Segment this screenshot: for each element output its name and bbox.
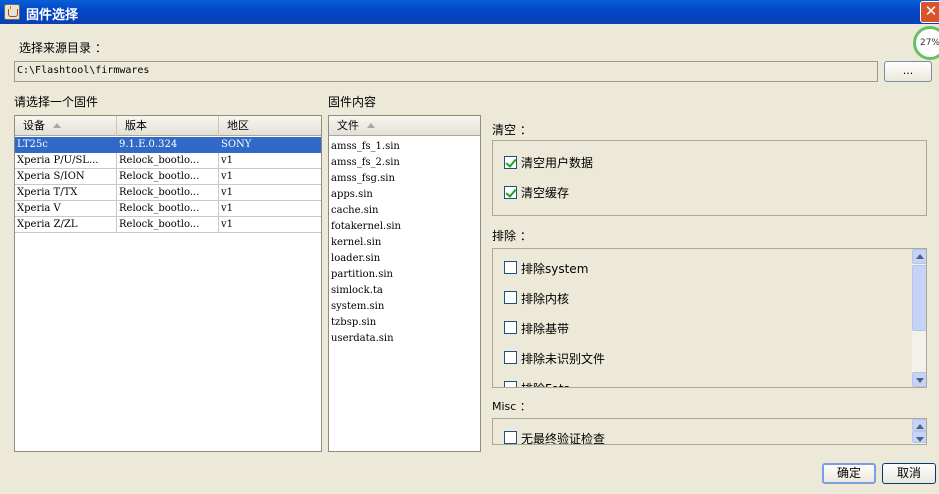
cell-device: Xperia V xyxy=(15,201,117,217)
scroll-up-arrow-icon[interactable] xyxy=(912,419,926,431)
list-item[interactable]: cache.sin xyxy=(331,203,378,219)
table-row[interactable]: LT25c 9.1.E.0.324 SONY xyxy=(15,137,321,153)
title-bar[interactable]: 固件选择 xyxy=(0,0,939,24)
list-item[interactable]: fotakernel.sin xyxy=(331,219,401,235)
column-header-file[interactable]: 文件 xyxy=(329,116,480,136)
cell-region: v1 xyxy=(219,217,321,233)
browse-button[interactable]: ... xyxy=(884,61,932,82)
firmware-table[interactable]: 设备 版本 地区 LT25c 9.1.E.0.324 SONY Xperia P/U/… xyxy=(14,115,322,452)
cell-device: Xperia P/U/SL... xyxy=(15,153,117,169)
firmware-contents-label: 固件内容 xyxy=(328,95,377,109)
cell-version: Relock_bootlo... xyxy=(117,169,219,185)
column-header-version[interactable]: 版本 xyxy=(117,116,219,136)
cell-version: Relock_bootlo... xyxy=(117,217,219,233)
exclude-unknown-checkbox[interactable] xyxy=(504,351,517,364)
cell-region: v1 xyxy=(219,169,321,185)
misc-group: 无最终验证检查 xyxy=(492,418,927,445)
cell-version: Relock_bootlo... xyxy=(117,153,219,169)
cell-device: Xperia S/ION xyxy=(15,169,117,185)
wipe-group: 清空用户数据 清空缓存 xyxy=(492,140,927,216)
wipe-label: 清空 ： xyxy=(492,123,532,137)
exclude-baseband-checkbox[interactable] xyxy=(504,321,517,334)
exclude-kernel-checkbox[interactable] xyxy=(504,291,517,304)
file-list-header: 文件 xyxy=(329,116,480,136)
misc-label: Misc ： xyxy=(492,400,531,413)
list-item[interactable]: amss_fsg.sin xyxy=(331,171,395,187)
table-row[interactable]: Xperia Z/ZL Relock_bootlo... v1 xyxy=(15,217,321,233)
exclude-unknown-label: 排除未识别文件 xyxy=(521,352,606,366)
cell-region: SONY xyxy=(219,137,321,153)
exclude-kernel-label: 排除内核 xyxy=(521,292,570,306)
wipe-userdata-checkbox[interactable] xyxy=(504,156,517,169)
exclude-label: 排除 ： xyxy=(492,229,532,243)
ok-button[interactable]: 确定 xyxy=(822,463,876,484)
cell-region: v1 xyxy=(219,185,321,201)
list-item[interactable]: tzbsp.sin xyxy=(331,315,376,331)
exclude-baseband-label: 排除基带 xyxy=(521,322,570,336)
column-header-region[interactable]: 地区 xyxy=(219,116,321,136)
cell-device: LT25c xyxy=(15,137,117,153)
cell-region: v1 xyxy=(219,153,321,169)
scroll-up-arrow-icon[interactable] xyxy=(912,249,926,264)
exclude-fota-label: 排除Fota xyxy=(521,380,571,387)
table-row[interactable]: Xperia T/TX Relock_bootlo... v1 xyxy=(15,185,321,201)
exclude-group: 排除system 排除内核 排除基带 排除未识别文件 排除Fota xyxy=(492,248,927,388)
misc-scrollbar[interactable] xyxy=(912,419,926,444)
sort-ascending-icon xyxy=(53,123,61,128)
exclude-fota-checkbox[interactable] xyxy=(504,381,517,387)
source-path-input[interactable]: C:\Flashtool\firmwares xyxy=(14,61,878,82)
cell-version: 9.1.E.0.324 xyxy=(117,137,219,153)
file-list[interactable]: 文件 amss_fs_1.sin amss_fs_2.sin amss_fsg.si… xyxy=(328,115,481,452)
close-icon: ✕ xyxy=(924,2,938,20)
list-item[interactable]: userdata.sin xyxy=(331,331,394,347)
list-item[interactable]: amss_fs_1.sin xyxy=(331,139,400,155)
list-item[interactable]: loader.sin xyxy=(331,251,380,267)
firmware-table-header: 设备 版本 地区 xyxy=(15,116,321,136)
list-item[interactable]: system.sin xyxy=(331,299,384,315)
firmware-list-label: 请选择一个固件 xyxy=(14,95,99,109)
progress-badge: 27% xyxy=(913,26,939,60)
close-button[interactable]: ✕ xyxy=(920,1,939,23)
wipe-cache-label: 清空缓存 xyxy=(521,186,570,200)
scroll-down-arrow-icon[interactable] xyxy=(912,372,926,387)
cell-region: v1 xyxy=(219,201,321,217)
exclude-system-checkbox[interactable] xyxy=(504,261,517,274)
scrollbar-thumb[interactable] xyxy=(912,265,926,331)
cell-device: Xperia Z/ZL xyxy=(15,217,117,233)
cancel-button[interactable]: 取消 xyxy=(882,463,936,484)
table-row[interactable]: Xperia S/ION Relock_bootlo... v1 xyxy=(15,169,321,185)
list-item[interactable]: partition.sin xyxy=(331,267,393,283)
no-final-verify-label: 无最终验证检查 xyxy=(521,432,606,445)
list-item[interactable]: simlock.ta xyxy=(331,283,383,299)
exclude-scrollbar[interactable] xyxy=(912,249,926,387)
wipe-userdata-label: 清空用户数据 xyxy=(521,156,594,170)
java-cup-icon xyxy=(4,4,20,20)
list-item[interactable]: kernel.sin xyxy=(331,235,381,251)
source-dir-label: 选择来源目录 ： xyxy=(19,41,107,55)
cell-version: Relock_bootlo... xyxy=(117,185,219,201)
progress-label: 27% xyxy=(919,38,939,48)
list-item[interactable]: amss_fs_2.sin xyxy=(331,155,400,171)
cell-version: Relock_bootlo... xyxy=(117,201,219,217)
sort-ascending-icon xyxy=(367,123,375,128)
table-row[interactable]: Xperia V Relock_bootlo... v1 xyxy=(15,201,321,217)
cell-device: Xperia T/TX xyxy=(15,185,117,201)
exclude-system-label: 排除system xyxy=(521,262,589,276)
wipe-cache-checkbox[interactable] xyxy=(504,186,517,199)
no-final-verify-checkbox[interactable] xyxy=(504,431,517,444)
list-item[interactable]: apps.sin xyxy=(331,187,373,203)
scroll-down-arrow-icon[interactable] xyxy=(912,431,926,443)
window-title: 固件选择 xyxy=(26,8,79,23)
table-row[interactable]: Xperia P/U/SL... Relock_bootlo... v1 xyxy=(15,153,321,169)
column-header-device[interactable]: 设备 xyxy=(15,116,117,136)
